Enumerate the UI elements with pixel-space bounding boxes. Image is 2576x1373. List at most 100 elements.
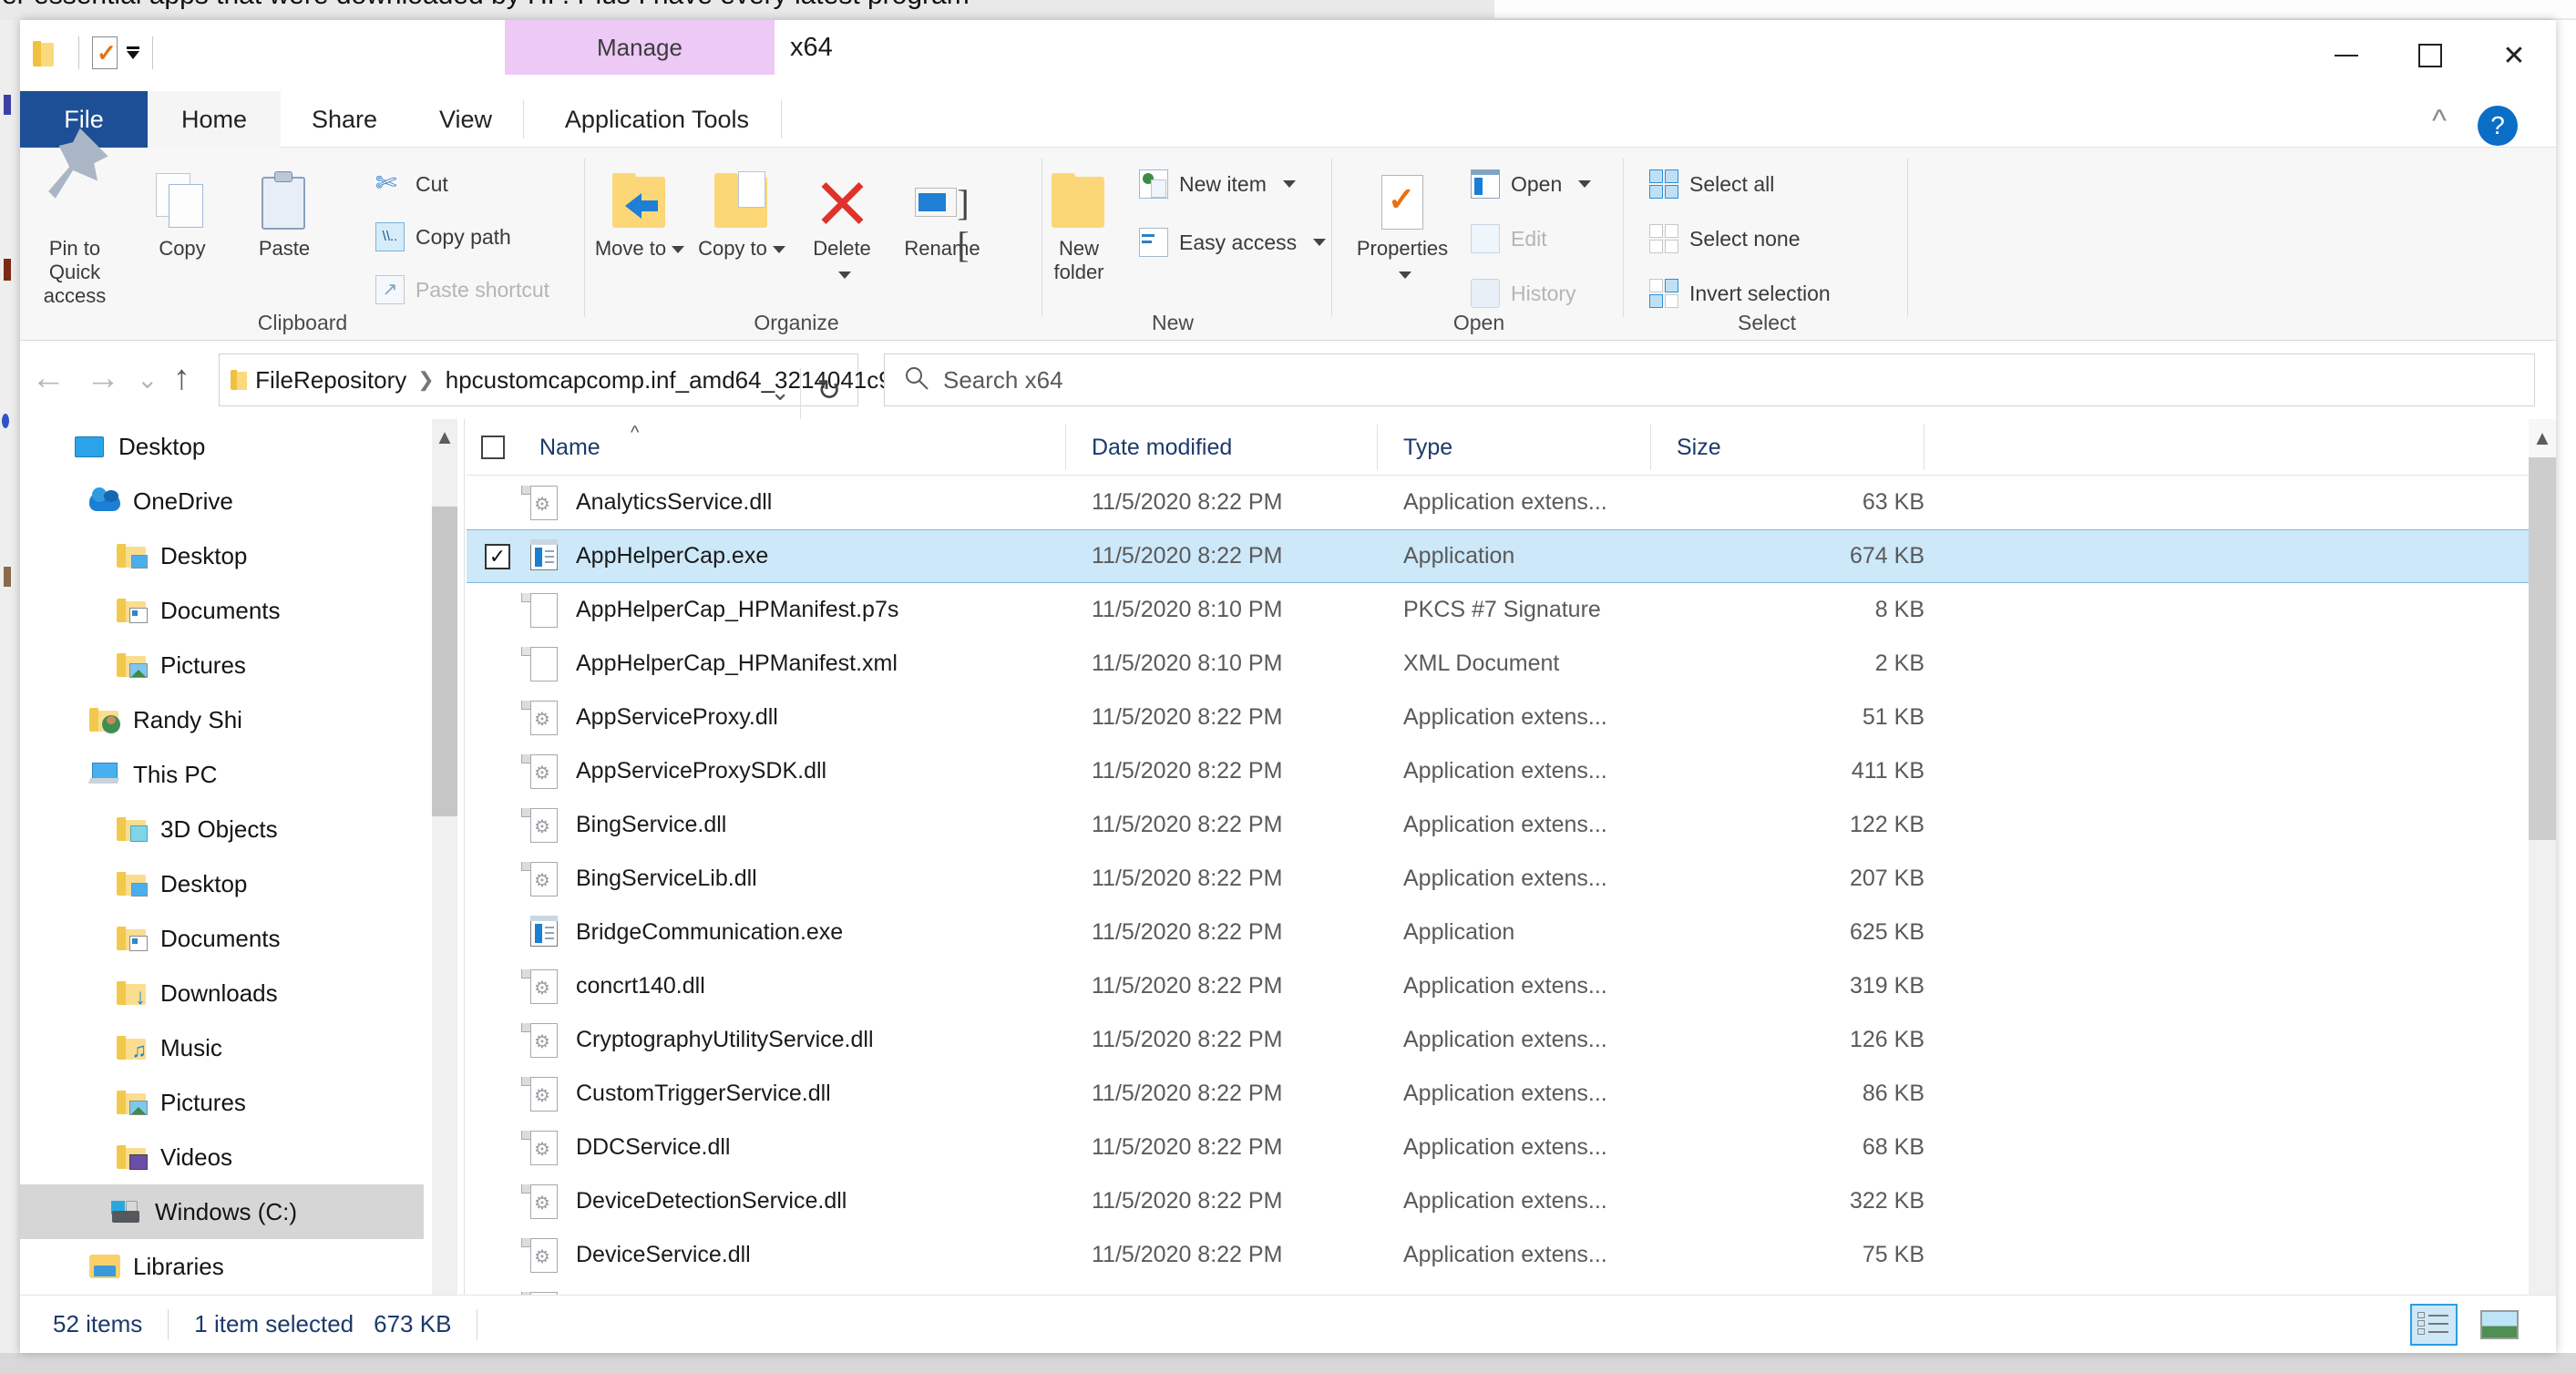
table-row[interactable]: ⚙ AnalyticsService.dll 11/5/2020 8:22 PM Ap… — [467, 476, 2556, 529]
sidebar-item-label: Downloads — [160, 979, 278, 1007]
file-list-scrollbar[interactable]: ▲ ▼ — [2529, 419, 2556, 1330]
maximize-button[interactable] — [2388, 20, 2472, 91]
folder-icon[interactable] — [33, 39, 56, 67]
table-row[interactable]: ⚙ AppServiceProxy.dll 11/5/2020 8:22 PM App… — [467, 691, 2556, 744]
sidebar-item-3d-objects[interactable]: 3D Objects — [20, 802, 424, 856]
table-row[interactable]: ⚙ BingService.dll 11/5/2020 8:22 PM Applica… — [467, 798, 2556, 852]
sidebar-item-downloads[interactable]: ↓ Downloads — [20, 966, 424, 1020]
table-row[interactable]: ⚙ DeviceDetectionService.dll 11/5/2020 8:2… — [467, 1174, 2556, 1228]
sidebar-item-onedrive-desktop[interactable]: Desktop — [20, 528, 424, 583]
navigation-pane-scrollbar[interactable]: ▲ ▼ — [432, 419, 457, 1330]
pin-to-quick-access-button[interactable]: Pin to Quick access — [27, 128, 122, 308]
minimize-button[interactable] — [2304, 20, 2388, 91]
select-all-button[interactable]: Select all — [1649, 169, 1774, 199]
refresh-icon[interactable]: ↻ — [816, 373, 841, 407]
column-header-type[interactable]: Type — [1378, 419, 1651, 476]
easy-access-button[interactable]: Easy access — [1139, 228, 1327, 257]
scrollbar-thumb[interactable] — [2529, 457, 2556, 840]
close-button[interactable]: ✕ — [2472, 20, 2556, 91]
sidebar-item-libraries[interactable]: Libraries — [20, 1239, 424, 1294]
delete-button[interactable]: Delete — [795, 162, 889, 286]
scrollbar-thumb[interactable] — [432, 507, 457, 816]
tab-view[interactable]: View — [408, 91, 523, 148]
table-row[interactable]: AppHelperCap_HPManifest.xml 11/5/2020 8:1… — [467, 637, 2556, 691]
sidebar-item-windows-c[interactable]: Windows (C:) — [20, 1184, 424, 1239]
copy-path-button[interactable]: \\.. Copy path — [375, 222, 511, 251]
arrow-up-icon[interactable]: ↑ — [173, 359, 190, 398]
tab-share-label: Share — [311, 105, 378, 133]
paste-button[interactable]: Paste — [237, 162, 332, 261]
details-view-button[interactable] — [2410, 1303, 2458, 1346]
pane-splitter[interactable] — [464, 419, 465, 1330]
file-date-modified: 11/5/2020 8:22 PM — [1092, 704, 1283, 730]
sidebar-item-desktop[interactable]: Desktop — [20, 419, 424, 474]
large-icons-view-button[interactable] — [2476, 1304, 2523, 1346]
paste-shortcut-label: Paste shortcut — [416, 277, 550, 302]
move-to-button[interactable]: Move to — [592, 162, 687, 261]
table-row[interactable]: ⚙ BingServiceLib.dll 11/5/2020 8:22 PM Appl… — [467, 852, 2556, 906]
column-header-size[interactable]: Size — [1651, 419, 1924, 476]
sidebar-item-label: Pictures — [160, 651, 246, 679]
rename-button[interactable]: ][ Rename — [888, 162, 997, 265]
tab-share[interactable]: Share — [281, 91, 408, 148]
breadcrumb-item-0[interactable]: FileRepository — [255, 366, 406, 394]
table-row[interactable]: AppHelperCap_HPManifest.p7s 11/5/2020 8:1… — [467, 583, 2556, 637]
sidebar-item-music[interactable]: ♫ Music — [20, 1020, 424, 1075]
chevron-up-icon[interactable]: ▲ — [432, 419, 457, 456]
breadcrumb[interactable]: « FileRepository ❯ hpcustomcapcomp.inf_a… — [219, 353, 1053, 419]
chevron-down-icon[interactable]: ⌄ — [770, 378, 790, 406]
table-row[interactable]: ⚙ CustomTriggerService.dll 11/5/2020 8:22 … — [467, 1067, 2556, 1121]
tab-application-tools[interactable]: Application Tools — [533, 91, 781, 148]
table-row[interactable]: ⚙ DDCService.dll 11/5/2020 8:22 PM Applicat… — [467, 1121, 2556, 1174]
copy-button[interactable]: Copy — [135, 162, 230, 261]
customize-quick-access-icon[interactable] — [127, 46, 139, 59]
table-row[interactable]: ⚙ AppServiceProxySDK.dll 11/5/2020 8:22 PM… — [467, 744, 2556, 798]
new-item-button[interactable]: New item — [1139, 169, 1296, 199]
paste-shortcut-button[interactable]: ↗ Paste shortcut — [375, 275, 549, 304]
chevron-down-icon[interactable]: ⌄ — [137, 364, 158, 394]
arrow-left-icon[interactable]: ← — [31, 359, 66, 398]
table-row[interactable]: ⚙ DeviceService.dll 11/5/2020 8:22 PM Appli… — [467, 1228, 2556, 1282]
file-type: Application extens... — [1403, 812, 1607, 837]
new-folder-button[interactable]: New folder — [1031, 162, 1126, 284]
sidebar-item-documents-pc[interactable]: Documents — [20, 911, 424, 966]
row-checkbox[interactable]: ✓ — [485, 543, 510, 569]
edit-button[interactable]: Edit — [1471, 224, 1547, 253]
table-row[interactable]: ✓ AppHelperCap.exe 11/5/2020 8:22 PM Applic… — [467, 529, 2556, 583]
sidebar-item-onedrive-documents[interactable]: Documents — [20, 583, 424, 638]
tab-home[interactable]: Home — [148, 91, 281, 148]
table-row[interactable]: BridgeCommunication.exe 11/5/2020 8:22 PM… — [467, 906, 2556, 959]
chevron-up-icon[interactable]: ^ — [2432, 104, 2447, 139]
properties-icon[interactable]: ✓ — [92, 36, 118, 69]
contextual-tab-manage[interactable]: Manage — [505, 20, 775, 75]
sidebar-item-desktop-pc[interactable]: Desktop — [20, 856, 424, 911]
select-none-button[interactable]: Select none — [1649, 224, 1800, 253]
copy-to-button[interactable]: Copy to — [694, 162, 789, 261]
file-size: 75 KB — [1862, 1242, 1924, 1267]
invert-selection-button[interactable]: Invert selection — [1649, 279, 1831, 308]
sidebar-item-videos[interactable]: Videos — [20, 1130, 424, 1184]
sidebar-item-pictures-pc[interactable]: Pictures — [20, 1075, 424, 1130]
table-row[interactable]: ⚙ concrt140.dll 11/5/2020 8:22 PM Applicati… — [467, 959, 2556, 1013]
table-row[interactable]: ⚙ CryptographyUtilityService.dll 11/5/2020… — [467, 1013, 2556, 1067]
copy-icon — [156, 173, 209, 230]
sidebar-item-randy-shi[interactable]: Randy Shi — [20, 692, 424, 747]
folder-documents-icon — [117, 925, 148, 952]
sidebar-item-this-pc[interactable]: This PC — [20, 747, 424, 802]
file-name: concrt140.dll — [576, 973, 705, 999]
column-header-date-modified[interactable]: Date modified — [1066, 419, 1378, 476]
column-header-name[interactable]: Name — [501, 419, 1066, 476]
arrow-right-icon[interactable]: → — [86, 359, 120, 398]
file-date-modified: 11/5/2020 8:22 PM — [1092, 1188, 1283, 1214]
file-date-modified: 11/5/2020 8:22 PM — [1092, 1027, 1283, 1052]
properties-button[interactable]: ✓ Properties — [1343, 162, 1462, 286]
cut-button[interactable]: ✄ Cut — [375, 169, 448, 199]
file-size: 207 KB — [1849, 866, 1924, 891]
open-button[interactable]: Open — [1471, 169, 1592, 199]
search-input[interactable]: Search x64 — [884, 353, 2535, 406]
sidebar-item-onedrive[interactable]: OneDrive — [20, 474, 424, 528]
history-button[interactable]: History — [1471, 279, 1576, 308]
chevron-up-icon[interactable]: ▲ — [2529, 419, 2556, 457]
sidebar-item-onedrive-pictures[interactable]: Pictures — [20, 638, 424, 692]
help-button[interactable]: ? — [2478, 106, 2518, 146]
